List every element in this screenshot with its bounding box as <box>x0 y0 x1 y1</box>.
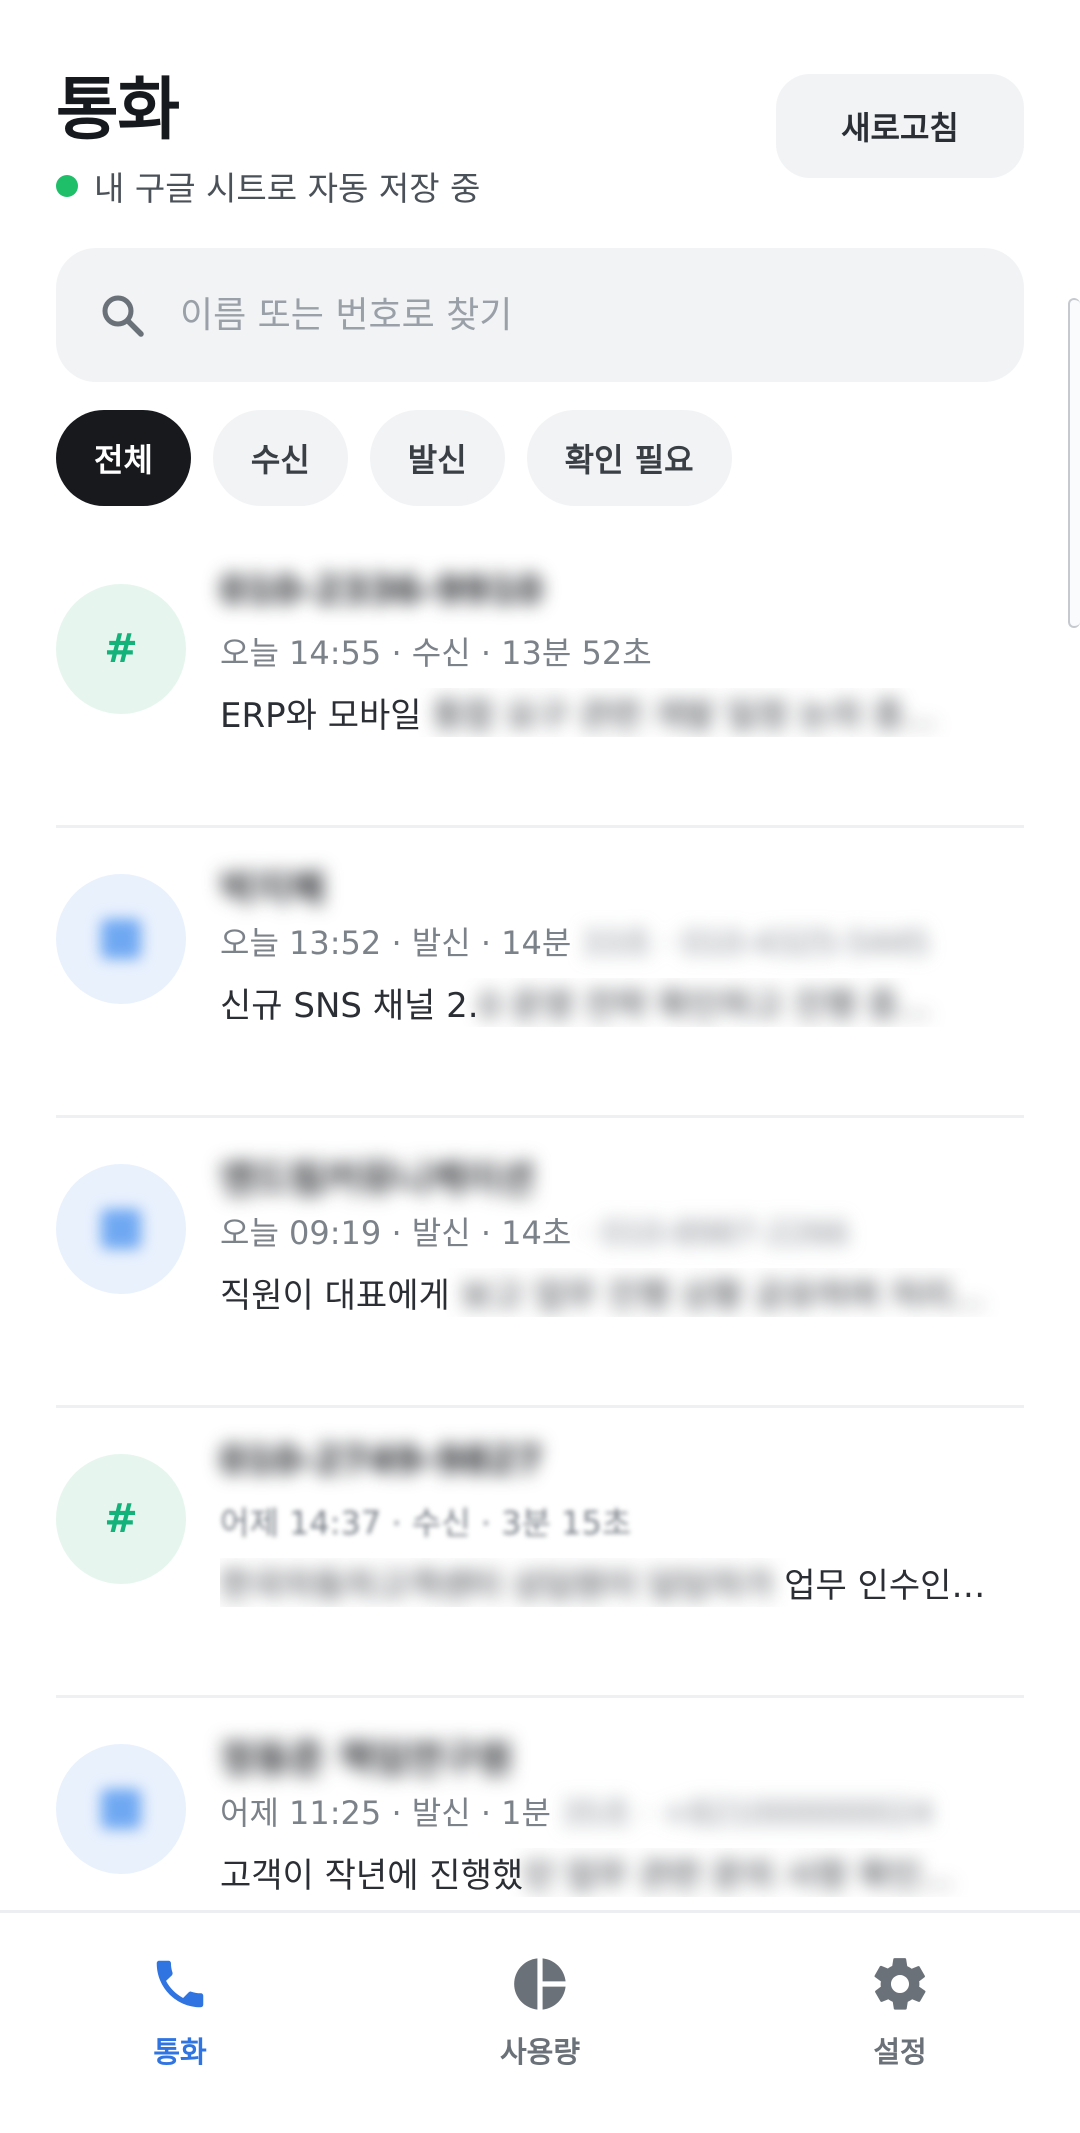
nav-item-usage[interactable]: 사용량 <box>360 1913 720 2133</box>
call-summary-text: 업무 인수인… <box>784 1566 986 1606</box>
call-summary-text: 직원이 대표에게 <box>220 1276 461 1316</box>
call-item[interactable]: 엔드림커뮤니케이션 오늘 09:19 · 발신 · 14초 · 010-8987… <box>56 1118 1024 1408</box>
call-summary-hidden: 던 업무 관련 문의 사항 확인... <box>523 1856 954 1896</box>
scrollbar[interactable] <box>1068 298 1080 628</box>
filter-chip-outgoing[interactable]: 발신 <box>369 410 505 506</box>
call-item[interactable]: # 010-2749-9827 어제 14:37 · 수신 · 3분 15초 한… <box>56 1408 1024 1698</box>
avatar-initial <box>101 1209 141 1249</box>
filter-bar: 전체 수신 발신 확인 필요 <box>56 410 732 506</box>
avatar: # <box>56 1454 186 1584</box>
nav-label: 통화 <box>153 2035 207 2069</box>
call-meta-text: 오늘 14:55 · 수신 · 13분 52초 <box>220 634 652 672</box>
refresh-button[interactable]: 새로고침 <box>776 74 1024 178</box>
call-meta: 어제 11:25 · 발신 · 1분 35초 · +821000000024 <box>220 1788 933 1834</box>
phone-icon <box>156 1960 204 2008</box>
call-name: 정동준 책임연구원 <box>220 1737 513 1781</box>
call-summary-hidden: 0 운영 전략 확인하고 진행 중... <box>478 986 931 1026</box>
filter-chip-all[interactable]: 전체 <box>56 410 191 506</box>
hash-icon: # <box>104 626 138 672</box>
call-meta-hidden: 33초 · 010-4325-5445 <box>571 924 930 962</box>
call-list: # 010-2336-9910 오늘 14:55 · 수신 · 13분 52초 … <box>56 538 1024 1988</box>
call-meta: 어제 14:37 · 수신 · 3분 15초 <box>220 1498 631 1544</box>
call-name: 엔드림커뮤니케이션 <box>220 1157 535 1201</box>
call-meta-text: 오늘 09:19 · 발신 · 14초 <box>220 1214 572 1252</box>
avatar <box>56 1164 186 1294</box>
call-summary: 신규 SNS 채널 2.0 운영 전략 확인하고 진행 중... <box>220 978 1024 1027</box>
call-item[interactable]: 박지혜 오늘 13:52 · 발신 · 14분 33초 · 010-4325-5… <box>56 828 1024 1118</box>
call-name: 010-2749-9827 <box>220 1438 543 1482</box>
call-meta: 오늘 14:55 · 수신 · 13분 52초 <box>220 628 652 674</box>
nav-item-calls[interactable]: 통화 <box>0 1913 360 2133</box>
call-name: 박지혜 <box>220 867 325 911</box>
page-title: 통화 <box>56 71 180 150</box>
call-summary-hidden: 보고 업무 진행 상황 공유하며 처리... <box>460 1276 985 1316</box>
call-summary-text: ERP와 모바일 <box>220 696 433 736</box>
avatar <box>56 1744 186 1874</box>
hash-icon: # <box>104 1496 138 1542</box>
call-meta-text: 어제 11:25 · 발신 · 1분 <box>220 1794 551 1832</box>
save-status: 내 구글 시트로 자동 저장 중 <box>56 162 480 210</box>
avatar-initial <box>101 1789 141 1829</box>
call-summary-text: 신규 SNS 채널 2. <box>220 986 479 1026</box>
nav-label: 설정 <box>873 2035 927 2069</box>
call-summary: 직원이 대표에게 보고 업무 진행 상황 공유하며 처리... <box>220 1268 1024 1317</box>
header: 통화 내 구글 시트로 자동 저장 중 새로고침 <box>0 0 1080 230</box>
search-input[interactable] <box>180 294 1024 336</box>
call-summary: ERP와 모바일 통합 요구 관련 개발 일정 논의 중... <box>220 688 1024 737</box>
call-name: 010-2336-9910 <box>220 568 543 612</box>
pie-chart-icon <box>514 1958 566 2010</box>
call-meta-hidden: · 010-8987-2266 <box>571 1214 849 1252</box>
gear-icon <box>874 1958 926 2010</box>
call-summary-hidden: 통합 요구 관련 개발 일정 논의 중... <box>432 696 937 736</box>
save-status-text: 내 구글 시트로 자동 저장 중 <box>94 169 481 208</box>
avatar <box>56 874 186 1004</box>
nav-label: 사용량 <box>499 2035 581 2069</box>
filter-chip-incoming[interactable]: 수신 <box>212 410 348 506</box>
call-item[interactable]: # 010-2336-9910 오늘 14:55 · 수신 · 13분 52초 … <box>56 538 1024 828</box>
call-meta-text: 오늘 13:52 · 발신 · 14분 <box>220 924 572 962</box>
call-summary-text: 고객이 작년에 진행했 <box>220 1856 524 1896</box>
filter-chip-needs-review[interactable]: 확인 필요 <box>526 410 732 506</box>
call-meta: 오늘 13:52 · 발신 · 14분 33초 · 010-4325-5445 <box>220 918 929 964</box>
bottom-nav: 통화 사용량 설정 <box>0 1910 1080 2133</box>
call-meta: 오늘 09:19 · 발신 · 14초 · 010-8987-2266 <box>220 1208 849 1254</box>
search-icon <box>102 295 144 337</box>
nav-item-settings[interactable]: 설정 <box>720 1913 1080 2133</box>
call-meta-hidden: 35초 · +821000000024 <box>550 1794 933 1832</box>
search-box[interactable] <box>56 248 1024 382</box>
avatar-initial <box>101 919 141 959</box>
call-summary: 고객이 작년에 진행했던 업무 관련 문의 사항 확인... <box>220 1848 1024 1897</box>
status-dot-icon <box>56 175 78 197</box>
call-summary: 한국자동차고객센터 상담원이 담당자가 업무 인수인… <box>220 1558 1024 1607</box>
avatar: # <box>56 584 186 714</box>
call-meta-text: 어제 14:37 · 수신 · 3분 15초 <box>220 1504 632 1542</box>
call-summary-hidden: 한국자동차고객센터 상담원이 담당자가 <box>220 1566 785 1606</box>
